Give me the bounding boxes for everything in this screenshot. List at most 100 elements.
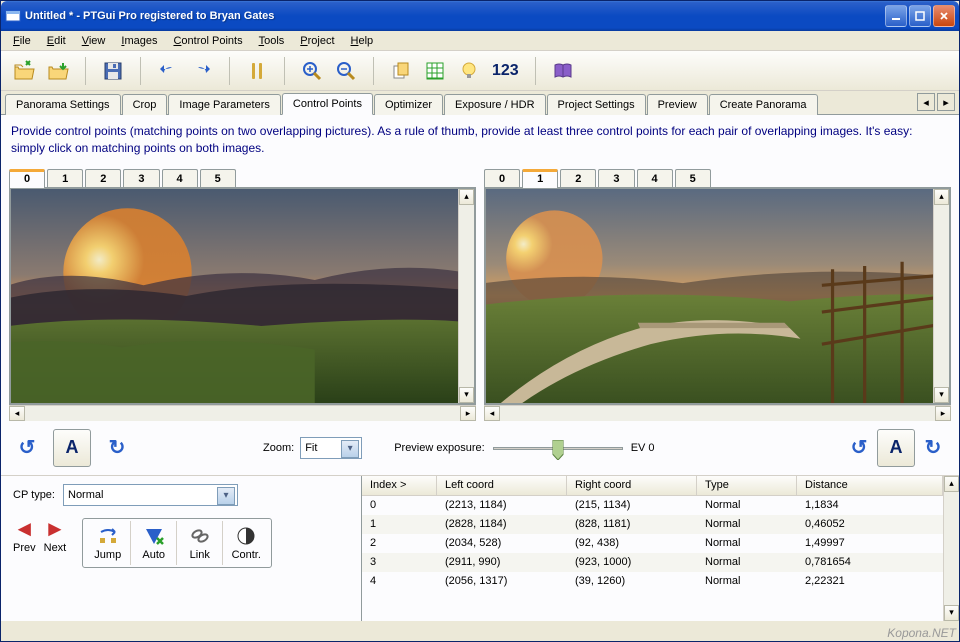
prev-button[interactable]: ◄ Prev — [13, 518, 36, 554]
rotate-cw-left-button[interactable]: ↻ — [103, 429, 131, 467]
menubar: File Edit View Images Control Points Too… — [1, 31, 959, 51]
slider-thumb-icon[interactable] — [552, 440, 563, 460]
image-tab-3[interactable]: 3 — [598, 169, 634, 188]
tab-exposure-hdr[interactable]: Exposure / HDR — [444, 94, 545, 115]
image-tab-5[interactable]: 5 — [675, 169, 711, 188]
right-hscroll[interactable]: ◂ ▸ — [484, 405, 951, 421]
col-right-coord[interactable]: Right coord — [567, 476, 697, 495]
book-icon[interactable] — [548, 56, 578, 86]
scroll-down-icon[interactable]: ▾ — [459, 387, 474, 403]
open-folder-icon[interactable] — [43, 56, 73, 86]
menu-file[interactable]: File — [5, 33, 39, 49]
image-tab-2[interactable]: 2 — [560, 169, 596, 188]
cp-type-select[interactable]: Normal — [63, 484, 238, 506]
col-type[interactable]: Type — [697, 476, 797, 495]
grid-icon[interactable] — [420, 56, 450, 86]
auto-icon — [143, 525, 165, 547]
rotate-cw-right-button[interactable]: ↻ — [919, 429, 947, 467]
scroll-left-icon[interactable]: ◂ — [9, 406, 25, 421]
scroll-left-icon[interactable]: ◂ — [484, 406, 500, 421]
main-tabbar: Panorama Settings Crop Image Parameters … — [1, 91, 959, 115]
right-image-panel: 012345 — [484, 165, 951, 421]
scroll-down-icon[interactable]: ▾ — [934, 387, 949, 403]
close-button[interactable] — [933, 5, 955, 27]
right-vscroll[interactable]: ▴ ▾ — [933, 189, 949, 403]
auto-button[interactable]: Auto — [131, 521, 177, 565]
tab-create-panorama[interactable]: Create Panorama — [709, 94, 818, 115]
exposure-slider[interactable] — [493, 438, 623, 458]
left-vscroll[interactable]: ▴ ▾ — [458, 189, 474, 403]
tab-crop[interactable]: Crop — [122, 94, 168, 115]
scroll-down-icon[interactable]: ▾ — [944, 605, 959, 621]
table-row[interactable]: 0(2213, 1184)(215, 1134)Normal1,1834 — [362, 496, 943, 515]
app-icon — [5, 8, 21, 24]
table-row[interactable]: 4(2056, 1317)(39, 1260)Normal2,22321 — [362, 572, 943, 591]
scroll-up-icon[interactable]: ▴ — [459, 189, 474, 205]
left-image-panel: 012345 ▴ — [9, 165, 476, 421]
menu-view[interactable]: View — [74, 33, 114, 49]
image-tab-5[interactable]: 5 — [200, 169, 236, 188]
zoom-in-icon[interactable] — [297, 56, 327, 86]
menu-help[interactable]: Help — [343, 33, 382, 49]
image-tab-4[interactable]: 4 — [162, 169, 198, 188]
jump-button[interactable]: Jump — [85, 521, 131, 565]
right-image-view[interactable] — [486, 189, 933, 403]
auto-right-button[interactable]: A — [877, 429, 915, 467]
tab-image-parameters[interactable]: Image Parameters — [168, 94, 280, 115]
scroll-up-icon[interactable]: ▴ — [934, 189, 949, 205]
col-index[interactable]: Index > — [362, 476, 437, 495]
image-tab-2[interactable]: 2 — [85, 169, 121, 188]
table-row[interactable]: 1(2828, 1184)(828, 1181)Normal0,46052 — [362, 515, 943, 534]
table-row[interactable]: 2(2034, 528)(92, 438)Normal1,49997 — [362, 534, 943, 553]
next-button[interactable]: ► Next — [44, 518, 67, 554]
image-tab-0[interactable]: 0 — [484, 169, 520, 188]
auto-left-button[interactable]: A — [53, 429, 91, 467]
tab-panorama-settings[interactable]: Panorama Settings — [5, 94, 121, 115]
menu-tools[interactable]: Tools — [251, 33, 293, 49]
table-vscroll[interactable]: ▴ ▾ — [943, 476, 959, 621]
contrast-button[interactable]: Contr. — [223, 521, 269, 565]
menu-project[interactable]: Project — [292, 33, 342, 49]
toolbar-number[interactable]: 123 — [488, 62, 523, 80]
maximize-button[interactable] — [909, 5, 931, 27]
rotate-ccw-left-button[interactable]: ↺ — [13, 429, 41, 467]
rotate-ccw-right-button[interactable]: ↺ — [845, 429, 873, 467]
image-tab-0[interactable]: 0 — [9, 169, 45, 188]
menu-edit[interactable]: Edit — [39, 33, 74, 49]
open-icon[interactable] — [9, 56, 39, 86]
align-icon[interactable] — [242, 56, 272, 86]
scroll-up-icon[interactable]: ▴ — [944, 476, 959, 492]
image-tab-1[interactable]: 1 — [522, 169, 558, 188]
table-row[interactable]: 3(2911, 990)(923, 1000)Normal0,781654 — [362, 553, 943, 572]
left-image-view[interactable] — [11, 189, 458, 403]
tab-control-points[interactable]: Control Points — [282, 93, 373, 115]
bulb-icon[interactable] — [454, 56, 484, 86]
zoom-select[interactable]: Fit — [300, 437, 362, 459]
col-left-coord[interactable]: Left coord — [437, 476, 567, 495]
tab-scroll-left[interactable]: ◂ — [917, 93, 935, 111]
tab-scroll-right[interactable]: ▸ — [937, 93, 955, 111]
save-icon[interactable] — [98, 56, 128, 86]
zoom-out-icon[interactable] — [331, 56, 361, 86]
left-hscroll[interactable]: ◂ ▸ — [9, 405, 476, 421]
image-tab-1[interactable]: 1 — [47, 169, 83, 188]
undo-icon[interactable] — [153, 56, 183, 86]
tab-preview[interactable]: Preview — [647, 94, 708, 115]
tab-project-settings[interactable]: Project Settings — [547, 94, 646, 115]
menu-images[interactable]: Images — [113, 33, 165, 49]
titlebar: Untitled * - PTGui Pro registered to Bry… — [1, 1, 959, 31]
col-distance[interactable]: Distance — [797, 476, 943, 495]
toolbar: 123 — [1, 51, 959, 91]
arrow-right-icon: ► — [44, 518, 66, 540]
redo-icon[interactable] — [187, 56, 217, 86]
menu-control-points[interactable]: Control Points — [165, 33, 250, 49]
image-tab-4[interactable]: 4 — [637, 169, 673, 188]
minimize-button[interactable] — [885, 5, 907, 27]
image-area: 012345 ▴ — [1, 165, 959, 421]
tab-optimizer[interactable]: Optimizer — [374, 94, 443, 115]
copy-icon[interactable] — [386, 56, 416, 86]
scroll-right-icon[interactable]: ▸ — [460, 406, 476, 421]
scroll-right-icon[interactable]: ▸ — [935, 406, 951, 421]
link-button[interactable]: Link — [177, 521, 223, 565]
image-tab-3[interactable]: 3 — [123, 169, 159, 188]
